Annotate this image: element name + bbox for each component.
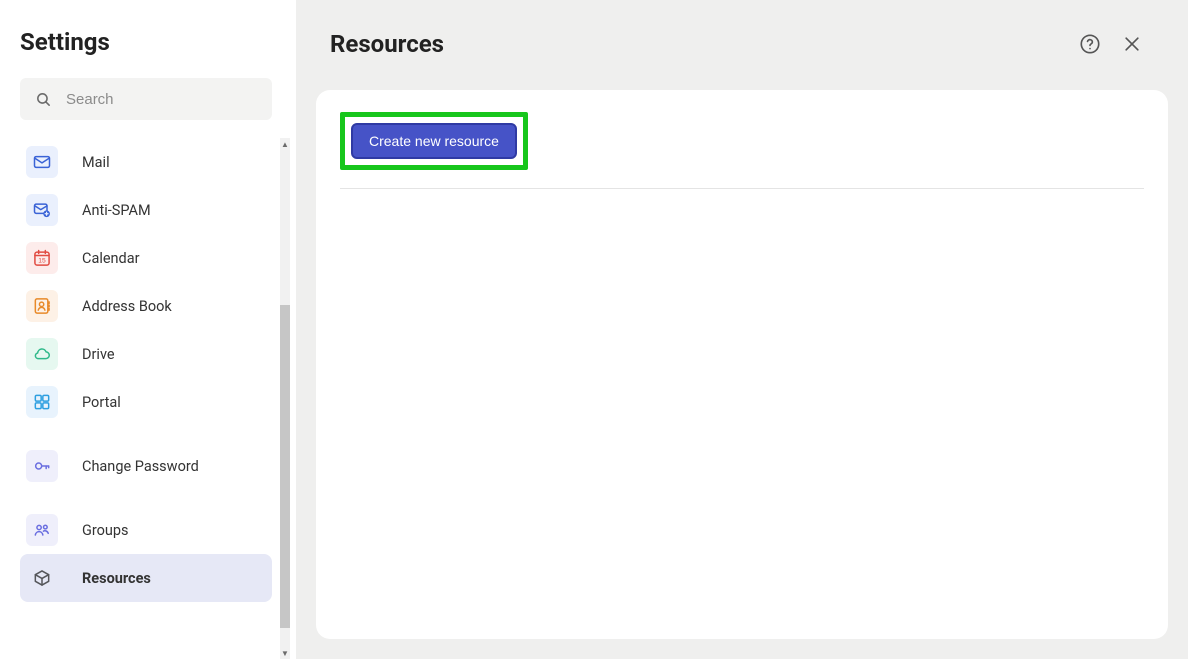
calendar-icon: 15 bbox=[26, 242, 58, 274]
sidebar-item-address-book[interactable]: Address Book bbox=[20, 282, 272, 330]
sidebar-item-label: Portal bbox=[82, 394, 121, 411]
sidebar-item-change-password[interactable]: Change Password bbox=[20, 442, 272, 490]
close-button[interactable] bbox=[1116, 28, 1148, 60]
create-resource-highlight: Create new resource bbox=[340, 112, 528, 170]
sidebar-item-label: Groups bbox=[82, 522, 129, 539]
main-panel: Resources Crea bbox=[296, 0, 1188, 659]
create-resource-button[interactable]: Create new resource bbox=[351, 123, 517, 159]
sidebar-nav: Mail Anti-SPAM 15 Calendar Address Book … bbox=[20, 138, 290, 659]
sidebar-scrollbar[interactable]: ▲ ▼ bbox=[280, 138, 290, 659]
sidebar-item-portal[interactable]: Portal bbox=[20, 378, 272, 426]
settings-sidebar: Settings Mail Anti-SPAM 15 Calendar bbox=[0, 0, 296, 659]
scrollbar-up-arrow[interactable]: ▲ bbox=[280, 138, 290, 150]
address-book-icon bbox=[26, 290, 58, 322]
mail-icon bbox=[26, 146, 58, 178]
sidebar-item-label: Calendar bbox=[82, 250, 140, 267]
sidebar-item-label: Mail bbox=[82, 154, 110, 171]
sidebar-item-mail[interactable]: Mail bbox=[20, 138, 272, 186]
sidebar-item-groups[interactable]: Groups bbox=[20, 506, 272, 554]
scrollbar-down-arrow[interactable]: ▼ bbox=[280, 647, 290, 659]
sidebar-item-label: Resources bbox=[82, 570, 151, 587]
sidebar-item-label: Anti-SPAM bbox=[82, 202, 151, 219]
sidebar-item-anti-spam[interactable]: Anti-SPAM bbox=[20, 186, 272, 234]
cube-icon bbox=[26, 562, 58, 594]
sidebar-item-resources[interactable]: Resources bbox=[20, 554, 272, 602]
sidebar-item-label: Address Book bbox=[82, 298, 172, 315]
search-icon bbox=[34, 90, 52, 108]
shield-mail-icon bbox=[26, 194, 58, 226]
key-icon bbox=[26, 450, 58, 482]
cloud-icon bbox=[26, 338, 58, 370]
sidebar-item-label: Change Password bbox=[82, 458, 199, 475]
sidebar-title: Settings bbox=[20, 28, 296, 56]
search-wrap bbox=[20, 78, 272, 120]
help-button[interactable] bbox=[1074, 28, 1106, 60]
svg-text:15: 15 bbox=[38, 258, 46, 265]
help-icon bbox=[1079, 33, 1101, 55]
close-icon bbox=[1122, 34, 1142, 54]
sidebar-item-calendar[interactable]: 15 Calendar bbox=[20, 234, 272, 282]
main-header: Resources bbox=[296, 0, 1188, 78]
sidebar-item-drive[interactable]: Drive bbox=[20, 330, 272, 378]
sidebar-item-label: Drive bbox=[82, 346, 115, 363]
card-divider bbox=[340, 188, 1144, 189]
resources-card: Create new resource bbox=[316, 90, 1168, 639]
portal-icon bbox=[26, 386, 58, 418]
groups-icon bbox=[26, 514, 58, 546]
scrollbar-thumb[interactable] bbox=[280, 305, 290, 628]
search-input[interactable] bbox=[20, 78, 272, 120]
page-title: Resources bbox=[330, 30, 1064, 58]
